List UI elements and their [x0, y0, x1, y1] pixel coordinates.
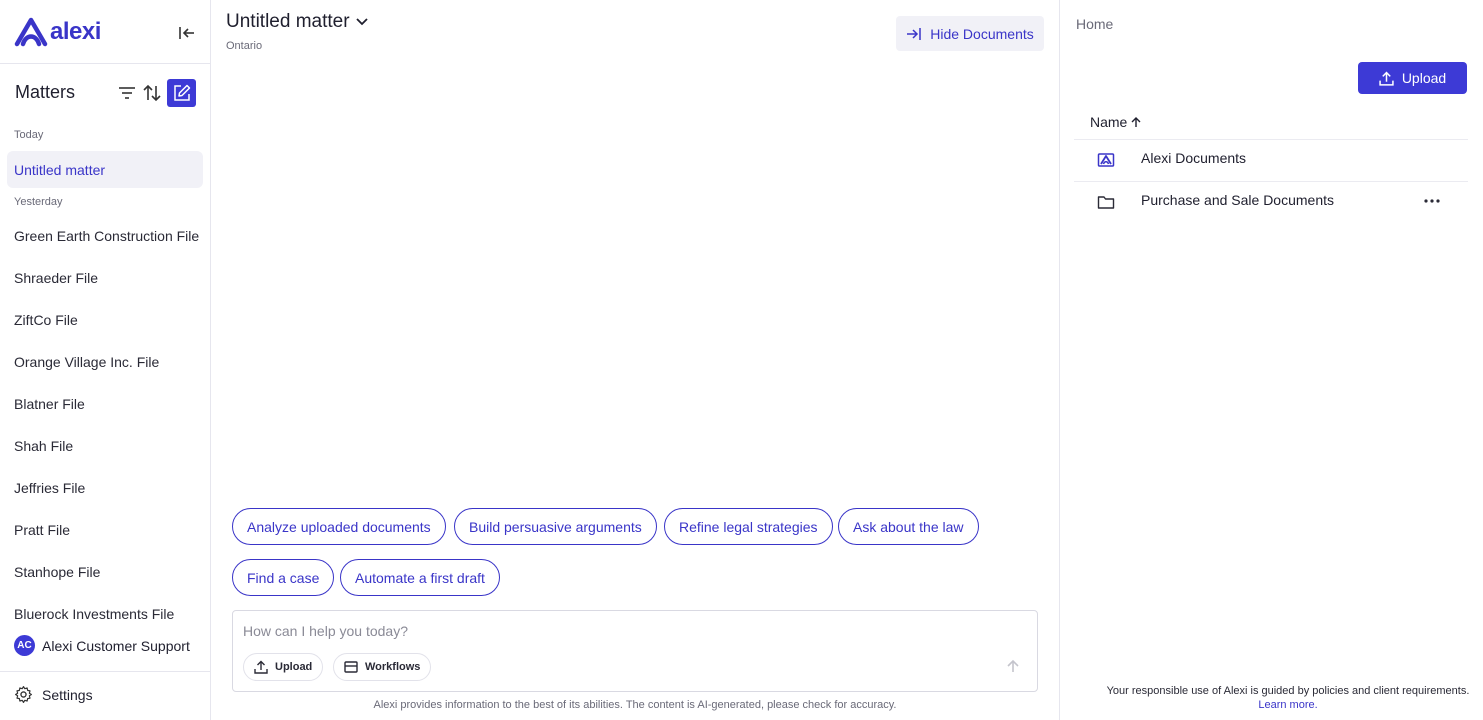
workflows-button[interactable]: Workflows: [333, 653, 432, 681]
collapse-sidebar-button[interactable]: [176, 22, 198, 44]
group-label-today: Today: [14, 129, 44, 141]
responsible-use-notice: Your responsible use of Alexi is guided …: [1100, 684, 1476, 712]
matters-heading: Matters: [15, 82, 76, 102]
chevron-down-icon: [355, 18, 368, 26]
alexi-logo[interactable]: alexi: [14, 17, 101, 47]
matter-item[interactable]: Stanhope File: [7, 553, 203, 590]
filter-button[interactable]: [117, 84, 137, 102]
name-column-label: Name: [1090, 114, 1128, 130]
matter-item[interactable]: Jeffries File: [7, 469, 203, 506]
matter-item[interactable]: Shraeder File: [7, 259, 203, 296]
sidebar-divider: [0, 63, 210, 64]
more-horizontal-icon: [1424, 199, 1440, 203]
suggestion-chip[interactable]: Ask about the law: [838, 508, 979, 545]
matter-item[interactable]: Bluerock Investments File: [7, 595, 203, 632]
upload-document-label: Upload: [1401, 70, 1447, 86]
matter-item[interactable]: Blatner File: [7, 385, 203, 422]
sort-icon: [143, 84, 161, 102]
customer-support-label: Alexi Customer Support: [42, 637, 190, 654]
documents-panel: Home Upload Name Alexi Documents Purchas…: [1059, 0, 1483, 720]
workflows-icon: [344, 661, 358, 673]
document-name: Alexi Documents: [1141, 150, 1247, 166]
matter-item[interactable]: Green Earth Construction File: [7, 217, 203, 254]
edit-icon: [173, 84, 190, 101]
table-row[interactable]: Purchase and Sale Documents: [1074, 181, 1468, 222]
chat-composer: Upload Workflows: [232, 610, 1038, 692]
matter-item-untitled[interactable]: Untitled matter: [7, 151, 203, 188]
workflows-label: Workflows: [365, 661, 421, 673]
alexi-folder-icon: [1097, 153, 1115, 167]
breadcrumb-home[interactable]: Home: [1076, 16, 1113, 32]
chat-input[interactable]: [243, 620, 983, 642]
upload-document-button[interactable]: Upload: [1358, 62, 1467, 94]
gear-icon: [14, 685, 33, 704]
arrow-up-icon: [1131, 117, 1141, 127]
suggestion-chip[interactable]: Automate a first draft: [340, 559, 500, 596]
customer-support-link[interactable]: AC Alexi Customer Support: [14, 635, 190, 656]
collapse-icon: [179, 27, 194, 39]
composer-upload-button[interactable]: Upload: [243, 653, 324, 681]
learn-more-link[interactable]: Learn more.: [1258, 699, 1317, 711]
matter-title: Untitled matter: [226, 11, 350, 32]
matter-item[interactable]: Pratt File: [7, 511, 203, 548]
suggestion-chip[interactable]: Refine legal strategies: [664, 508, 833, 545]
arrow-up-icon: [1007, 659, 1019, 672]
avatar: AC: [14, 635, 35, 656]
settings-button[interactable]: Settings: [14, 685, 93, 704]
responsible-use-text: Your responsible use of Alexi is guided …: [1106, 685, 1470, 697]
chat-area: Untitled matter Ontario Hide Documents A…: [211, 0, 1059, 720]
matter-item[interactable]: ZiftCo File: [7, 301, 203, 338]
document-name: Purchase and Sale Documents: [1141, 192, 1334, 208]
collapse-right-icon: [907, 27, 921, 40]
new-matter-button[interactable]: [167, 79, 196, 107]
brand-name: alexi: [50, 18, 101, 45]
filter-icon: [119, 87, 135, 99]
matter-item[interactable]: Orange Village Inc. File: [7, 343, 203, 380]
send-button[interactable]: [1003, 656, 1023, 676]
upload-icon: [1379, 71, 1394, 86]
suggestion-chip[interactable]: Analyze uploaded documents: [232, 508, 446, 545]
ai-disclaimer: Alexi provides information to the best o…: [373, 699, 897, 711]
more-options-button[interactable]: [1420, 191, 1444, 211]
hide-documents-label: Hide Documents: [930, 25, 1034, 42]
upload-icon: [254, 660, 268, 674]
matter-item[interactable]: Shah File: [7, 427, 203, 464]
suggestion-chip[interactable]: Find a case: [232, 559, 335, 596]
composer-upload-label: Upload: [275, 661, 313, 673]
matter-title-dropdown[interactable]: Untitled matter: [226, 11, 368, 33]
suggestion-chip[interactable]: Build persuasive arguments: [454, 508, 657, 545]
matter-jurisdiction: Ontario: [226, 40, 263, 52]
table-row[interactable]: Alexi Documents: [1074, 139, 1468, 180]
sidebar: alexi Matters Today Untitled matter Yest…: [0, 0, 211, 720]
folder-icon: [1097, 196, 1115, 209]
group-label-yesterday: Yesterday: [14, 196, 63, 208]
name-column-header[interactable]: Name: [1090, 114, 1142, 130]
alexi-logo-mark: [14, 17, 48, 47]
sidebar-bottom-divider: [0, 671, 210, 672]
settings-label: Settings: [42, 686, 93, 703]
hide-documents-button[interactable]: Hide Documents: [896, 16, 1044, 51]
sort-button[interactable]: [142, 83, 162, 103]
